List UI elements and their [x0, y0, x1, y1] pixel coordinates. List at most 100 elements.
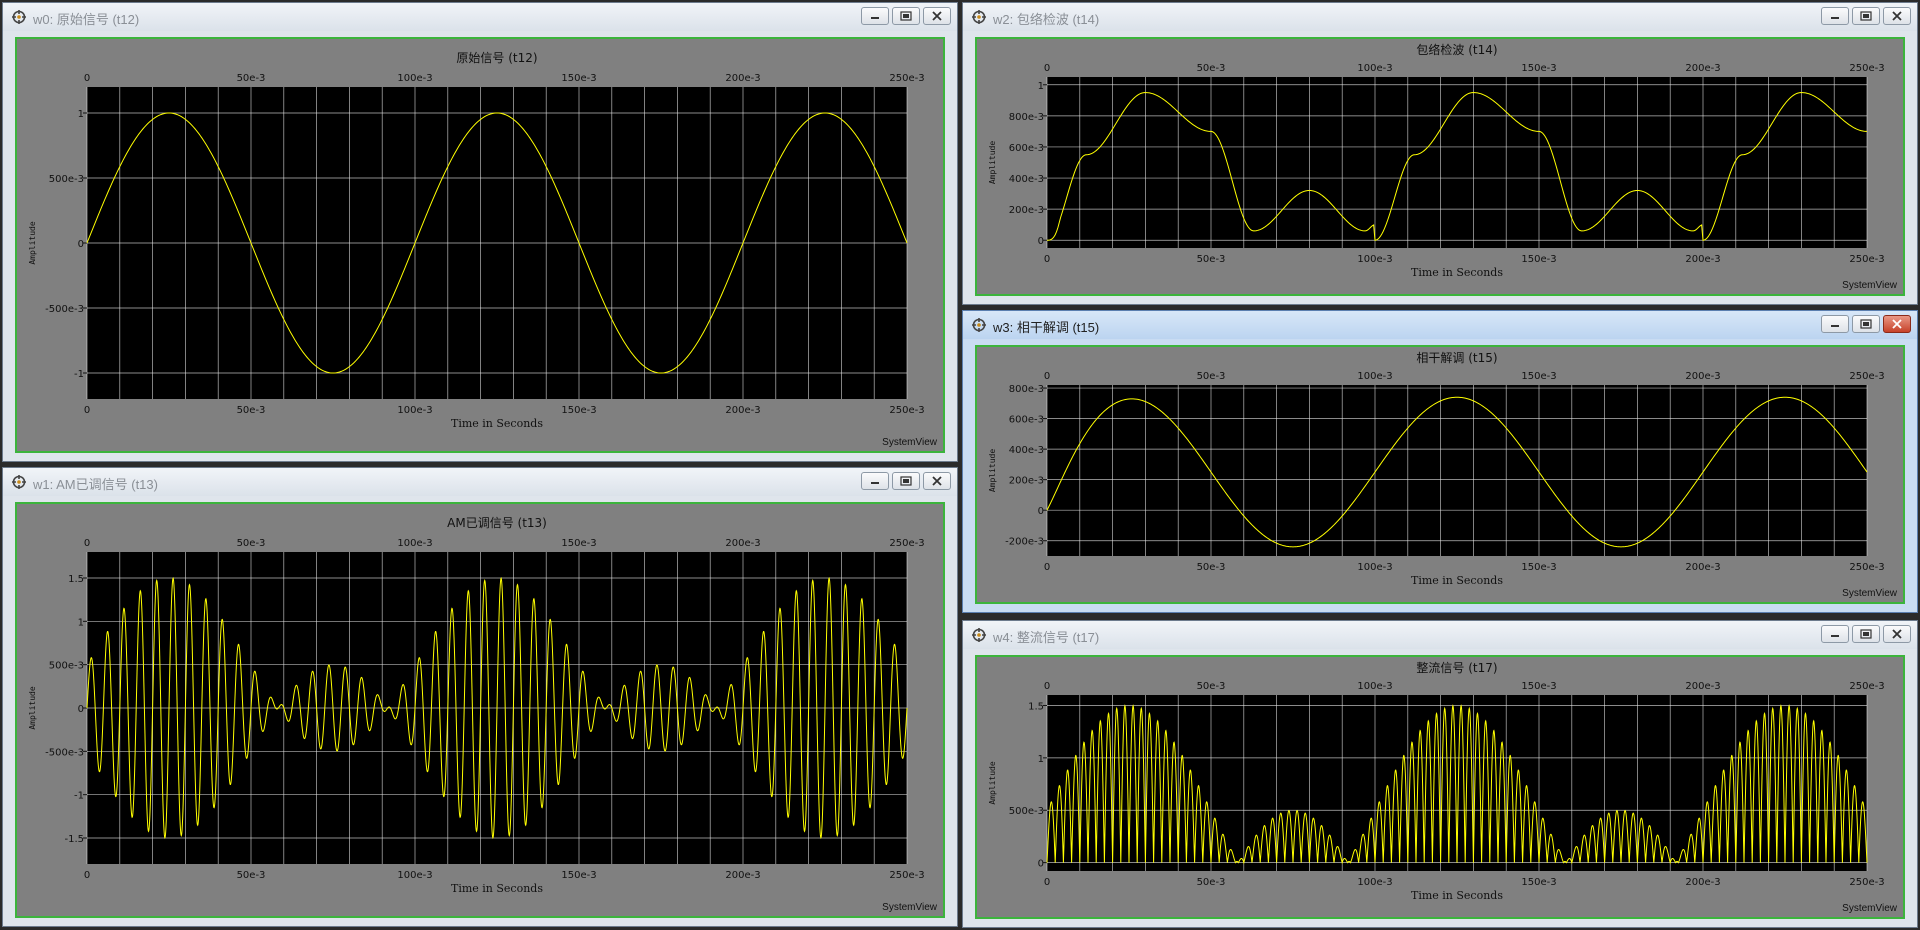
- title-bar[interactable]: w1: AM已调信号 (t13): [3, 468, 957, 496]
- y-tick-label: 1: [78, 109, 84, 120]
- x-tick-label-top: 0: [84, 73, 90, 84]
- x-tick-label-bottom: 200e-3: [1685, 562, 1720, 573]
- close-button[interactable]: [1883, 315, 1911, 333]
- y-axis-label: Amplitude: [28, 686, 37, 730]
- x-tick-label-bottom: 250e-3: [1849, 254, 1884, 265]
- close-button[interactable]: [1883, 7, 1911, 25]
- y-axis-label: Amplitude: [988, 141, 997, 185]
- chart-svg: AM已调信号 (t13) 0 0 50e-3 50e-3 100e-3 100e-3 150e…: [28, 516, 938, 913]
- x-tick-label-bottom: 100e-3: [397, 405, 432, 416]
- chart-panel: 相干解调 (t15) 0 0 50e-3 50e-3 100e-3 100e-3 150e-3…: [975, 345, 1905, 604]
- x-tick-label-bottom: 200e-3: [725, 405, 760, 416]
- y-tick-label: 200e-3: [1009, 476, 1044, 487]
- x-tick-label-bottom: 200e-3: [725, 870, 760, 881]
- minimize-button[interactable]: [861, 7, 889, 25]
- title-bar[interactable]: w0: 原始信号 (t12): [3, 3, 957, 31]
- window-w4[interactable]: w4: 整流信号 (t17) 整流信号 (t17) 0 0 50e-3 50e-3 100e…: [962, 620, 1918, 928]
- x-tick-label-bottom: 200e-3: [1685, 877, 1720, 888]
- minimize-icon: [871, 482, 879, 484]
- minimize-button[interactable]: [1821, 625, 1849, 643]
- systemview-window-icon: [972, 628, 986, 642]
- minimize-button[interactable]: [861, 472, 889, 490]
- close-icon: [932, 476, 942, 486]
- y-tick-label: 1: [1038, 81, 1044, 92]
- x-tick-label-top: 250e-3: [889, 73, 924, 84]
- chart-panel: 原始信号 (t12) 0 0 50e-3 50e-3 100e-3 100e-3 150e-3…: [15, 37, 945, 453]
- y-tick-label: -1.5: [64, 834, 84, 845]
- y-axis-label: Amplitude: [988, 761, 997, 805]
- x-tick-label-top: 250e-3: [1849, 63, 1884, 74]
- close-icon: [1892, 319, 1902, 329]
- restore-button[interactable]: [1852, 7, 1880, 25]
- y-tick-label: 500e-3: [1009, 806, 1044, 817]
- y-tick-label: 0: [78, 239, 84, 250]
- chart-title: 包络检波 (t14): [1416, 42, 1497, 57]
- y-tick-label: 500e-3: [49, 661, 84, 672]
- systemview-label: SystemView: [1842, 280, 1898, 291]
- window-controls: [861, 472, 951, 492]
- window-controls: [861, 7, 951, 27]
- systemview-window-icon: [12, 475, 26, 489]
- window-title: w3: 相干解调 (t15): [993, 320, 1100, 335]
- close-button[interactable]: [1883, 625, 1911, 643]
- y-axis-label: Amplitude: [988, 449, 997, 493]
- y-tick-label: 200e-3: [1009, 205, 1044, 216]
- y-tick-label: -1: [74, 369, 84, 380]
- y-tick-label: 600e-3: [1009, 415, 1044, 426]
- chart-svg: 包络检波 (t14)0050e-350e-3100e-3100e-3150e-3…: [988, 42, 1898, 291]
- title-bar[interactable]: w3: 相干解调 (t15): [963, 311, 1917, 339]
- y-tick-label: -200e-3: [1005, 537, 1044, 548]
- x-tick-label-top: 250e-3: [889, 538, 924, 549]
- chart-panel: 包络检波 (t14) 0 0 50e-3 50e-3 100e-3 100e-3 150e-3…: [975, 37, 1905, 296]
- x-tick-label-bottom: 150e-3: [1521, 254, 1556, 265]
- y-tick-label: 500e-3: [49, 174, 84, 185]
- close-button[interactable]: [923, 472, 951, 490]
- y-tick-label: -1: [74, 791, 84, 802]
- window-controls: [1821, 315, 1911, 335]
- restore-button[interactable]: [1852, 315, 1880, 333]
- y-tick-label: 0: [1038, 506, 1044, 517]
- minimize-icon: [1831, 17, 1839, 19]
- chart-title: AM已调信号 (t13): [447, 516, 547, 530]
- chart-svg: 整流信号 (t17)0050e-350e-3100e-3100e-3150e-3…: [988, 660, 1898, 914]
- minimize-button[interactable]: [1821, 7, 1849, 25]
- x-tick-label-top: 0: [1044, 63, 1050, 74]
- minimize-icon: [871, 17, 879, 19]
- x-tick-label-top: 200e-3: [725, 538, 760, 549]
- minimize-button[interactable]: [1821, 315, 1849, 333]
- window-w3[interactable]: w3: 相干解调 (t15) 相干解调 (t15) 0 0 50e-3 50e-3 100e…: [962, 310, 1918, 613]
- x-tick-label-top: 100e-3: [397, 538, 432, 549]
- window-w2[interactable]: w2: 包络检波 (t14) 包络检波 (t14) 0 0 50e-3 50e-3 100e…: [962, 2, 1918, 305]
- x-tick-label-top: 0: [1044, 681, 1050, 692]
- systemview-label: SystemView: [882, 902, 938, 913]
- chart-title: 整流信号 (t17): [1416, 660, 1497, 675]
- restore-button[interactable]: [892, 472, 920, 490]
- y-tick-label: 1.5: [68, 574, 84, 585]
- x-axis-label: Time in Seconds: [451, 882, 543, 895]
- x-tick-label-top: 50e-3: [237, 538, 266, 549]
- title-bar[interactable]: w2: 包络检波 (t14): [963, 3, 1917, 31]
- window-w1[interactable]: w1: AM已调信号 (t13) AM已调信号 (t13) 0 0 50e-3 50e-3…: [2, 467, 958, 927]
- restore-button[interactable]: [892, 7, 920, 25]
- y-tick-label: -500e-3: [45, 304, 84, 315]
- x-tick-label-bottom: 50e-3: [1197, 254, 1226, 265]
- x-tick-label-top: 100e-3: [397, 73, 432, 84]
- chart-svg: 原始信号 (t12) 0 0 50e-3 50e-3 100e-3 100e-3 150e-3…: [28, 51, 938, 448]
- title-bar[interactable]: w4: 整流信号 (t17): [963, 621, 1917, 649]
- close-button[interactable]: [923, 7, 951, 25]
- x-tick-label-bottom: 150e-3: [561, 870, 596, 881]
- x-tick-label-top: 100e-3: [1357, 63, 1392, 74]
- chart-title: 原始信号 (t12): [456, 51, 537, 65]
- x-tick-label-bottom: 250e-3: [1849, 877, 1884, 888]
- x-tick-label-bottom: 0: [1044, 877, 1050, 888]
- restore-button[interactable]: [1852, 625, 1880, 643]
- window-w0[interactable]: w0: 原始信号 (t12) 原始信号 (t12) 0 0 50e-3 50e-3 100e…: [2, 2, 958, 462]
- window-controls: [1821, 625, 1911, 645]
- systemview-label: SystemView: [882, 437, 938, 448]
- systemview-label: SystemView: [1842, 903, 1898, 914]
- x-tick-label-top: 0: [84, 538, 90, 549]
- x-tick-label-top: 150e-3: [1521, 63, 1556, 74]
- x-tick-label-bottom: 100e-3: [1357, 562, 1392, 573]
- x-tick-label-top: 250e-3: [1849, 371, 1884, 382]
- x-tick-label-top: 50e-3: [1197, 371, 1226, 382]
